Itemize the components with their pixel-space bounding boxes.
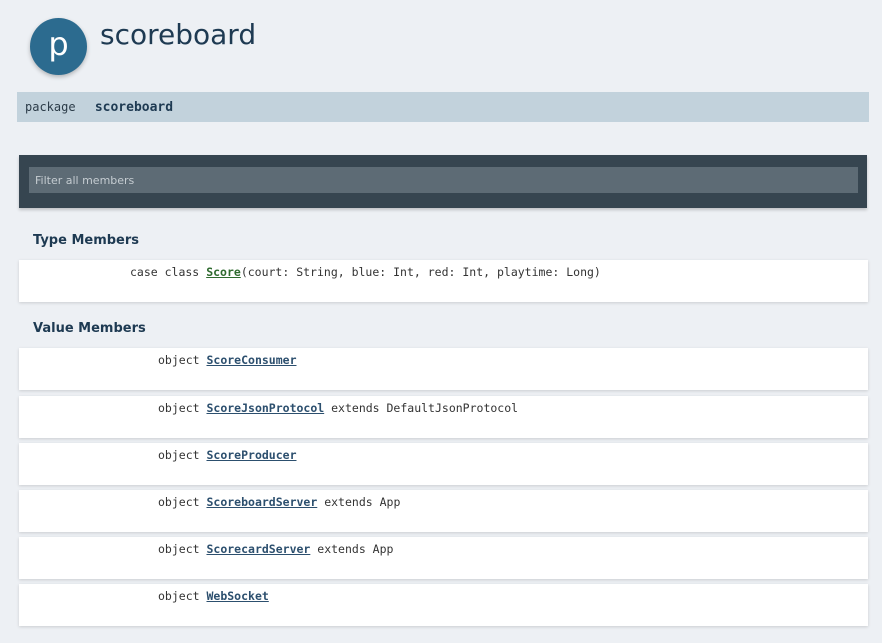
scaladoc-page: p scoreboard package scoreboard Type Mem…: [0, 0, 882, 643]
member-kind: object: [158, 589, 200, 603]
member-link-scoreboard-server[interactable]: ScoreboardServer: [206, 495, 317, 509]
value-member-scorecard-server: object ScorecardServer extends App: [19, 537, 868, 579]
value-member-websocket: object WebSocket: [19, 584, 868, 626]
package-signature: package scoreboard: [17, 92, 869, 122]
value-member-score-consumer: object ScoreConsumer: [19, 348, 868, 390]
member-link-scorecard-server[interactable]: ScorecardServer: [206, 542, 310, 556]
member-link-score-json-protocol[interactable]: ScoreJsonProtocol: [206, 401, 324, 415]
member-link-score-consumer[interactable]: ScoreConsumer: [206, 353, 296, 367]
signature-keyword: package: [25, 100, 76, 114]
value-member-scoreboard-server: object ScoreboardServer extends App: [19, 490, 868, 532]
type-member-score: case class Score(court: String, blue: In…: [19, 260, 868, 302]
member-extends: extends App: [324, 495, 401, 509]
page-header: p scoreboard: [30, 18, 870, 78]
member-kind: object: [158, 495, 200, 509]
package-icon: p: [30, 18, 87, 75]
member-params: (court: String, blue: Int, red: Int, pla…: [240, 265, 601, 279]
filter-members-input[interactable]: [29, 167, 858, 193]
value-member-score-json-protocol: object ScoreJsonProtocol extends Default…: [19, 396, 868, 438]
member-kind: object: [158, 542, 200, 556]
member-link-score[interactable]: Score: [206, 265, 241, 279]
member-link-score-producer[interactable]: ScoreProducer: [206, 448, 296, 462]
signature-name: scoreboard: [94, 100, 174, 115]
member-kind: object: [158, 353, 200, 367]
member-kind: case class: [130, 265, 200, 279]
member-extends: extends App: [317, 542, 394, 556]
member-extends: extends DefaultJsonProtocol: [331, 401, 519, 415]
filter-bar: [19, 155, 867, 208]
value-member-score-producer: object ScoreProducer: [19, 443, 868, 485]
member-kind: object: [158, 401, 200, 415]
page-title: scoreboard: [100, 18, 257, 51]
value-members-heading: Value Members: [33, 321, 146, 336]
type-members-heading: Type Members: [33, 233, 140, 248]
member-link-websocket[interactable]: WebSocket: [206, 589, 268, 603]
member-kind: object: [158, 448, 200, 462]
